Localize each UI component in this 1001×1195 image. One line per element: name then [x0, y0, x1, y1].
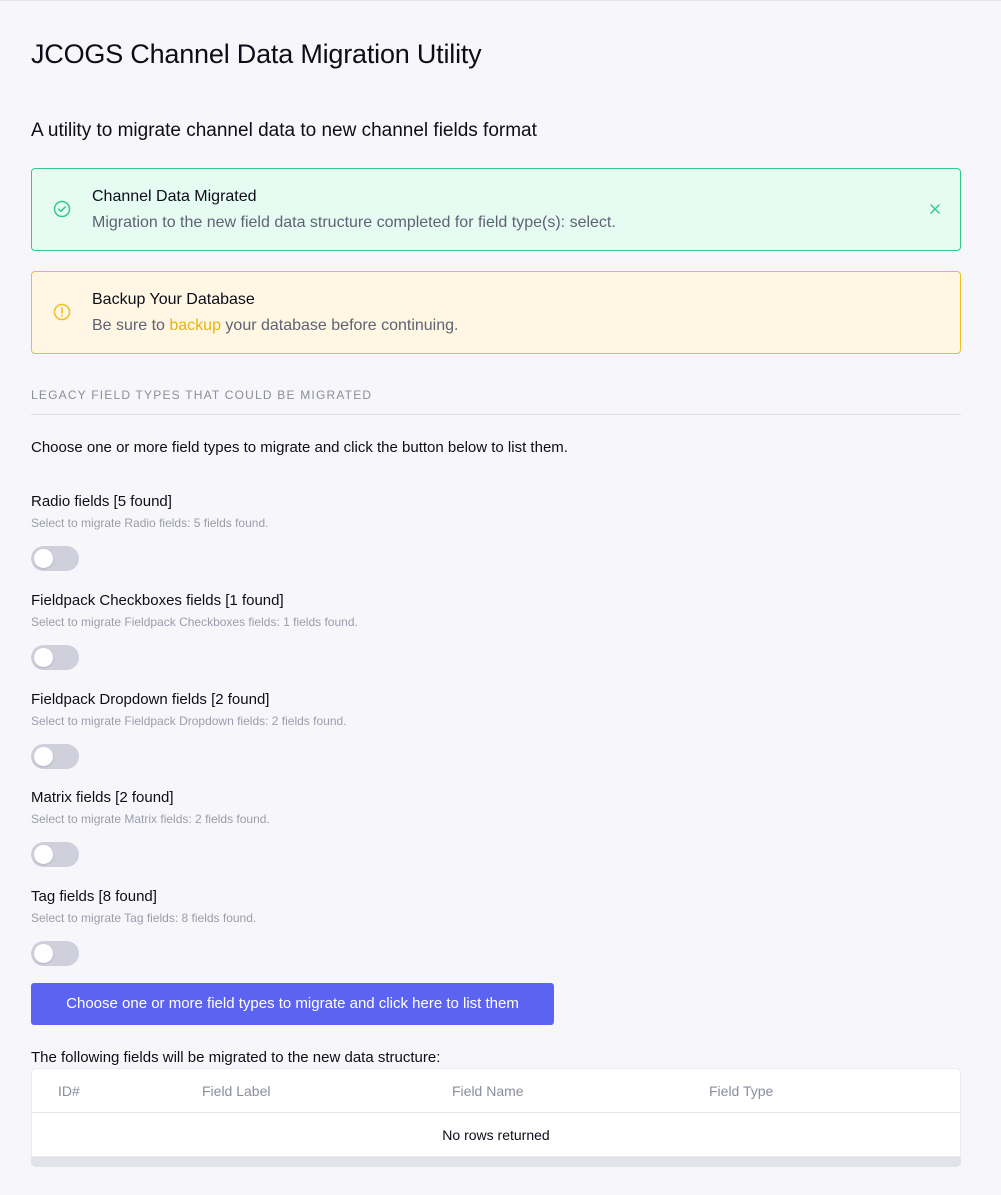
table-body: ID# Field Label Field Name Field Type No…	[31, 1068, 961, 1157]
toggle-knob	[34, 648, 53, 667]
field-fieldpack-dropdown: Fieldpack Dropdown fields [2 found] Sele…	[31, 691, 631, 769]
column-header-field-type[interactable]: Field Type	[709, 1083, 773, 1099]
page-title: JCOGS Channel Data Migration Utility	[31, 39, 482, 69]
field-description: Select to migrate Fieldpack Dropdown fie…	[31, 714, 347, 728]
matrix-fields-toggle[interactable]	[31, 842, 79, 867]
warning-alert-title: Backup Your Database	[92, 291, 255, 308]
warning-text-before: Be sure to	[92, 317, 170, 334]
column-header-id[interactable]: ID#	[58, 1083, 80, 1099]
success-alert-title: Channel Data Migrated	[92, 188, 257, 205]
fieldpack-checkboxes-toggle[interactable]	[31, 645, 79, 670]
list-fields-button[interactable]: Choose one or more field types to migrat…	[31, 983, 554, 1025]
toggle-knob	[34, 549, 53, 568]
empty-table-message: No rows returned	[442, 1127, 550, 1143]
toggle-knob	[34, 747, 53, 766]
table-header: ID# Field Label Field Name Field Type	[32, 1069, 960, 1113]
field-label: Radio fields [5 found]	[31, 493, 172, 510]
field-matrix: Matrix fields [2 found] Select to migrat…	[31, 789, 631, 867]
warning-text-after: your database before continuing.	[220, 317, 459, 334]
field-fieldpack-checkboxes: Fieldpack Checkboxes fields [1 found] Se…	[31, 592, 631, 670]
page: JCOGS Channel Data Migration Utility A u…	[0, 0, 1001, 1195]
field-description: Select to migrate Fieldpack Checkboxes f…	[31, 615, 358, 629]
fieldpack-dropdown-toggle[interactable]	[31, 744, 79, 769]
warning-alert-text: Be sure to backup your database before c…	[92, 317, 458, 335]
field-label: Matrix fields [2 found]	[31, 789, 174, 806]
tag-fields-toggle[interactable]	[31, 941, 79, 966]
fields-table: ID# Field Label Field Name Field Type No…	[31, 1068, 961, 1167]
field-description: Select to migrate Tag fields: 8 fields f…	[31, 911, 257, 925]
section-heading: LEGACY FIELD TYPES THAT COULD BE MIGRATE…	[31, 388, 373, 402]
exclamation-circle-icon	[53, 303, 71, 321]
divider	[31, 414, 961, 415]
field-label: Fieldpack Checkboxes fields [1 found]	[31, 592, 284, 609]
table-caption: The following fields will be migrated to…	[31, 1049, 441, 1066]
radio-fields-toggle[interactable]	[31, 546, 79, 571]
field-description: Select to migrate Radio fields: 5 fields…	[31, 516, 269, 530]
column-header-field-label[interactable]: Field Label	[202, 1083, 271, 1099]
column-header-field-name[interactable]: Field Name	[452, 1083, 524, 1099]
toggle-knob	[34, 845, 53, 864]
warning-alert: Backup Your Database Be sure to backup y…	[31, 271, 961, 354]
field-tag: Tag fields [8 found] Select to migrate T…	[31, 888, 631, 966]
intro-text: Choose one or more field types to migrat…	[31, 439, 568, 456]
check-circle-icon	[53, 200, 71, 218]
field-radio: Radio fields [5 found] Select to migrate…	[31, 493, 631, 571]
backup-link[interactable]: backup	[169, 317, 221, 334]
toggle-knob	[34, 944, 53, 963]
field-label: Tag fields [8 found]	[31, 888, 157, 905]
field-description: Select to migrate Matrix fields: 2 field…	[31, 812, 270, 826]
page-subtitle: A utility to migrate channel data to new…	[31, 120, 537, 141]
success-alert-text: Migration to the new field data structur…	[92, 214, 616, 231]
close-icon[interactable]	[928, 202, 942, 216]
field-label: Fieldpack Dropdown fields [2 found]	[31, 691, 270, 708]
success-alert: Channel Data Migrated Migration to the n…	[31, 168, 961, 251]
